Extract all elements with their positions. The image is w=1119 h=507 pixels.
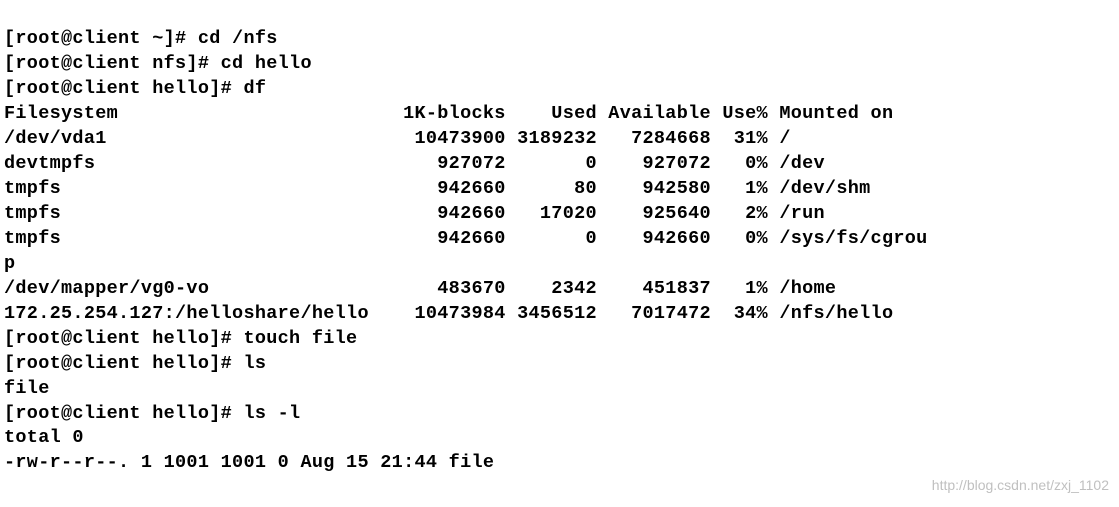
df-row: devtmpfs 927072 0 927072 0% /dev bbox=[4, 153, 825, 174]
prompt-line: [root@client hello]# ls -l bbox=[4, 403, 300, 424]
prompt-line: [root@client hello]# touch file bbox=[4, 328, 357, 349]
df-row: 172.25.254.127:/helloshare/hello 1047398… bbox=[4, 303, 893, 324]
df-row-wrap: p bbox=[4, 253, 15, 274]
df-row: tmpfs 942660 80 942580 1% /dev/shm bbox=[4, 178, 871, 199]
df-row: /dev/vda1 10473900 3189232 7284668 31% / bbox=[4, 128, 791, 149]
df-row: /dev/mapper/vg0-vo 483670 2342 451837 1%… bbox=[4, 278, 836, 299]
df-row: tmpfs 942660 0 942660 0% /sys/fs/cgrou bbox=[4, 228, 928, 249]
ls-output: file bbox=[4, 378, 50, 399]
prompt-line: [root@client hello]# df bbox=[4, 78, 266, 99]
ls-l-entry: -rw-r--r--. 1 1001 1001 0 Aug 15 21:44 f… bbox=[4, 452, 494, 473]
df-row: tmpfs 942660 17020 925640 2% /run bbox=[4, 203, 825, 224]
prompt-line: [root@client hello]# ls bbox=[4, 353, 266, 374]
df-header: Filesystem 1K-blocks Used Available Use%… bbox=[4, 103, 893, 124]
terminal-output[interactable]: [root@client ~]# cd /nfs [root@client nf… bbox=[0, 0, 1119, 503]
ls-l-total: total 0 bbox=[4, 427, 84, 448]
csdn-watermark: http://blog.csdn.net/zxj_1102 bbox=[932, 476, 1109, 495]
prompt-line: [root@client nfs]# cd hello bbox=[4, 53, 312, 74]
prompt-line: [root@client ~]# cd /nfs bbox=[4, 28, 278, 49]
